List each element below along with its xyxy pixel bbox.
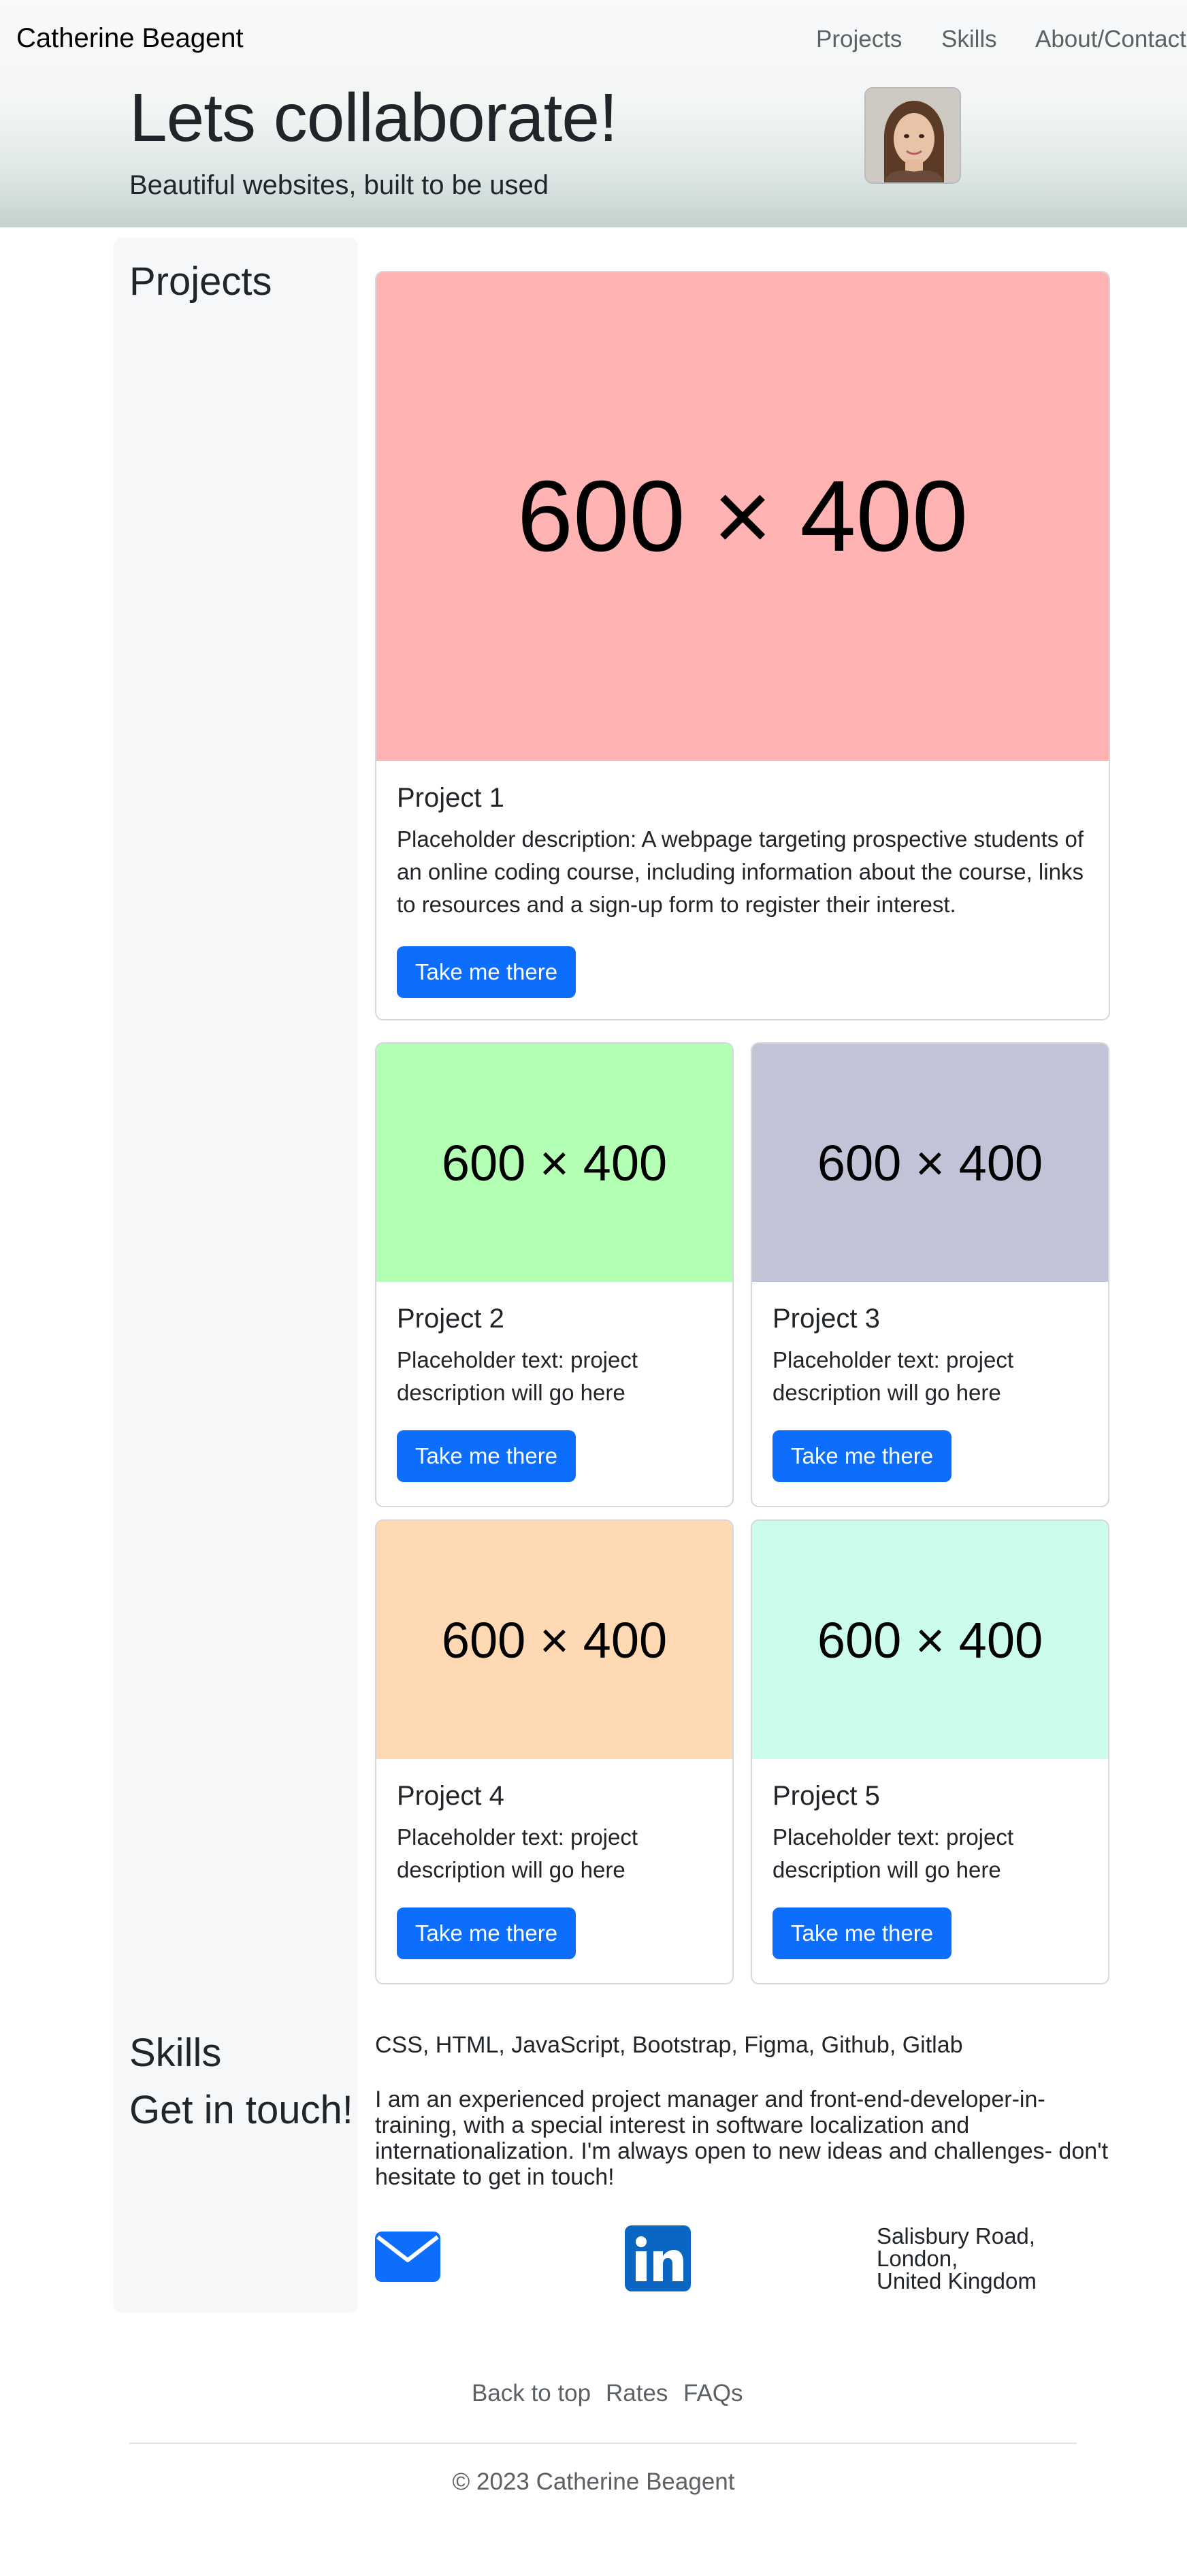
header: Catherine Beagent Projects Skills About/… [0,0,1187,227]
hero-subtitle: Beautiful websites, built to be used [129,170,549,200]
project-image-2: 600 × 400 [376,1044,732,1282]
project-title-2: Project 2 [397,1304,504,1334]
project-image-5: 600 × 400 [752,1521,1108,1759]
avatar [864,87,961,184]
brand-name[interactable]: Catherine Beagent [16,23,244,54]
project-description-4: Placeholder text: project description wi… [397,1824,638,1882]
footer-link-rates[interactable]: Rates [606,2380,668,2407]
footer-divider [129,2443,1077,2444]
project-description-1: Placeholder description: A webpage targe… [397,826,1084,917]
hero-title: Lets collaborate! [129,80,618,156]
projects-heading: Projects [129,259,272,304]
address-line-3: United Kingdom [877,2268,1037,2293]
envelope-icon[interactable] [375,2232,440,2282]
take-me-there-button-3[interactable]: Take me there [773,1430,952,1482]
project-card-3: 600 × 400 Project 3 Placeholder text: pr… [751,1042,1109,1507]
take-me-there-button-5[interactable]: Take me there [773,1907,952,1959]
project-card-5: 600 × 400 Project 5 Placeholder text: pr… [751,1519,1109,1984]
address-line-2: London, [877,2246,958,2271]
project-title-5: Project 5 [773,1781,880,1811]
nav-link-projects[interactable]: Projects [816,26,902,53]
footer-link-back-to-top[interactable]: Back to top [472,2380,591,2407]
project-card-1: 600 × 400 Project 1 Placeholder descript… [375,271,1110,1020]
project-image-3: 600 × 400 [752,1044,1108,1282]
project-title-3: Project 3 [773,1304,880,1334]
address: Salisbury Road, London, United Kingdom [877,2225,1037,2292]
project-description-2: Placeholder text: project description wi… [397,1347,638,1405]
project-description-3: Placeholder text: project description wi… [773,1347,1014,1405]
about-text: I am an experienced project manager and … [375,2087,1109,2190]
take-me-there-button-1[interactable]: Take me there [397,946,576,998]
take-me-there-button-4[interactable]: Take me there [397,1907,576,1959]
skills-heading: Skills [129,2031,222,2075]
project-description-5: Placeholder text: project description wi… [773,1824,1014,1882]
project-title-1: Project 1 [397,783,504,813]
project-image-4: 600 × 400 [376,1521,732,1759]
avatar-portrait [866,88,960,182]
project-title-4: Project 4 [397,1781,504,1811]
address-line-1: Salisbury Road, [877,2223,1035,2249]
nav-link-about-contact[interactable]: About/Contact [1035,26,1186,53]
nav-link-skills[interactable]: Skills [941,26,997,53]
linkedin-icon[interactable] [625,2225,691,2291]
copyright: © 2023 Catherine Beagent [452,2468,735,2495]
footer-link-faqs[interactable]: FAQs [683,2380,743,2407]
project-image-1: 600 × 400 [376,272,1109,761]
contact-heading: Get in touch! [129,2088,353,2132]
project-card-4: 600 × 400 Project 4 Placeholder text: pr… [375,1519,734,1984]
sidebar [114,238,358,2313]
skills-list: CSS, HTML, JavaScript, Bootstrap, Figma,… [375,2032,963,2058]
take-me-there-button-2[interactable]: Take me there [397,1430,576,1482]
project-card-2: 600 × 400 Project 2 Placeholder text: pr… [375,1042,734,1507]
